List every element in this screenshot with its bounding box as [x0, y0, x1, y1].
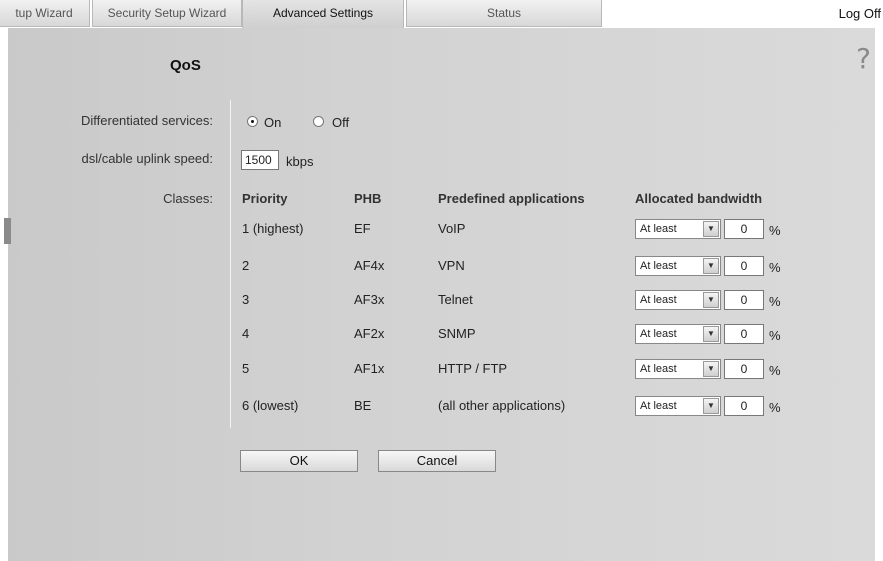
diffserv-off-radio[interactable] — [313, 116, 324, 127]
priority-cell: 5 — [242, 361, 250, 376]
percent-unit: % — [769, 363, 781, 378]
select-value: At least — [640, 260, 677, 272]
select-value: At least — [640, 328, 677, 340]
percent-unit: % — [769, 400, 781, 415]
percent-unit: % — [769, 260, 781, 275]
bandwidth-input[interactable]: 0 — [724, 396, 764, 416]
bandwidth-input[interactable]: 0 — [724, 290, 764, 310]
phb-cell: AF4x — [354, 258, 385, 273]
chevron-down-icon[interactable]: ▼ — [703, 398, 719, 414]
chevron-down-icon[interactable]: ▼ — [703, 221, 719, 237]
phb-cell: BE — [354, 398, 372, 413]
phb-cell: EF — [354, 221, 371, 236]
tab-bar: tup Wizard Security Setup Wizard Advance… — [0, 0, 883, 28]
help-icon[interactable]: ? — [856, 42, 871, 75]
ok-button[interactable]: OK — [240, 450, 358, 472]
phb-cell: AF3x — [354, 292, 385, 307]
bandwidth-mode-select[interactable]: At least ▼ — [635, 359, 721, 379]
priority-cell: 1 (highest) — [242, 221, 304, 236]
percent-unit: % — [769, 294, 781, 309]
percent-unit: % — [769, 223, 781, 238]
uplink-label: dsl/cable uplink speed: — [81, 151, 213, 166]
side-collapse-handle[interactable] — [4, 218, 11, 244]
priority-cell: 3 — [242, 292, 250, 307]
cancel-button[interactable]: Cancel — [378, 450, 496, 472]
logoff-link[interactable]: Log Off — [839, 6, 881, 21]
diffserv-on-label[interactable]: On — [264, 115, 281, 130]
bandwidth-mode-select[interactable]: At least ▼ — [635, 290, 721, 310]
classes-label: Classes: — [163, 191, 213, 206]
percent-unit: % — [769, 328, 781, 343]
bandwidth-mode-select[interactable]: At least ▼ — [635, 219, 721, 239]
bandwidth-input[interactable]: 0 — [724, 359, 764, 379]
bandwidth-input[interactable]: 0 — [724, 324, 764, 344]
app-cell: (all other applications) — [438, 398, 566, 413]
priority-cell: 4 — [242, 326, 250, 341]
tab-setup-wizard[interactable]: tup Wizard — [0, 0, 90, 27]
bandwidth-mode-select[interactable]: At least ▼ — [635, 256, 721, 276]
priority-cell: 6 (lowest) — [242, 398, 299, 413]
phb-cell: AF2x — [354, 326, 385, 341]
diffserv-off-label[interactable]: Off — [332, 115, 349, 130]
app-cell: SNMP — [438, 326, 476, 341]
phb-cell: AF1x — [354, 361, 385, 376]
uplink-speed-input[interactable]: 1500 — [241, 150, 279, 170]
diffserv-on-radio[interactable] — [247, 116, 258, 127]
page-title: QoS — [170, 57, 201, 74]
header-priority: Priority — [242, 191, 288, 206]
app-cell: VoIP — [438, 221, 466, 236]
header-phb: PHB — [354, 191, 382, 206]
priority-cell: 2 — [242, 258, 250, 273]
header-apps: Predefined applications — [438, 191, 585, 206]
app-cell: HTTP / FTP — [438, 361, 508, 376]
column-divider — [230, 100, 231, 428]
chevron-down-icon[interactable]: ▼ — [703, 292, 719, 308]
select-value: At least — [640, 223, 677, 235]
select-value: At least — [640, 363, 677, 375]
diffserv-label: Differentiated services: — [81, 113, 213, 128]
app-cell: VPN — [438, 258, 465, 273]
app-cell: Telnet — [438, 292, 473, 307]
select-value: At least — [640, 294, 677, 306]
header-bandwidth: Allocated bandwidth — [635, 191, 763, 206]
bandwidth-input[interactable]: 0 — [724, 219, 764, 239]
chevron-down-icon[interactable]: ▼ — [703, 258, 719, 274]
tab-advanced-settings[interactable]: Advanced Settings — [242, 0, 404, 28]
bandwidth-mode-select[interactable]: At least ▼ — [635, 396, 721, 416]
bandwidth-input[interactable]: 0 — [724, 256, 764, 276]
chevron-down-icon[interactable]: ▼ — [703, 361, 719, 377]
chevron-down-icon[interactable]: ▼ — [703, 326, 719, 342]
select-value: At least — [640, 400, 677, 412]
tab-security-setup-wizard[interactable]: Security Setup Wizard — [92, 0, 242, 27]
uplink-unit: kbps — [286, 154, 314, 169]
bandwidth-mode-select[interactable]: At least ▼ — [635, 324, 721, 344]
tab-status[interactable]: Status — [406, 0, 602, 27]
